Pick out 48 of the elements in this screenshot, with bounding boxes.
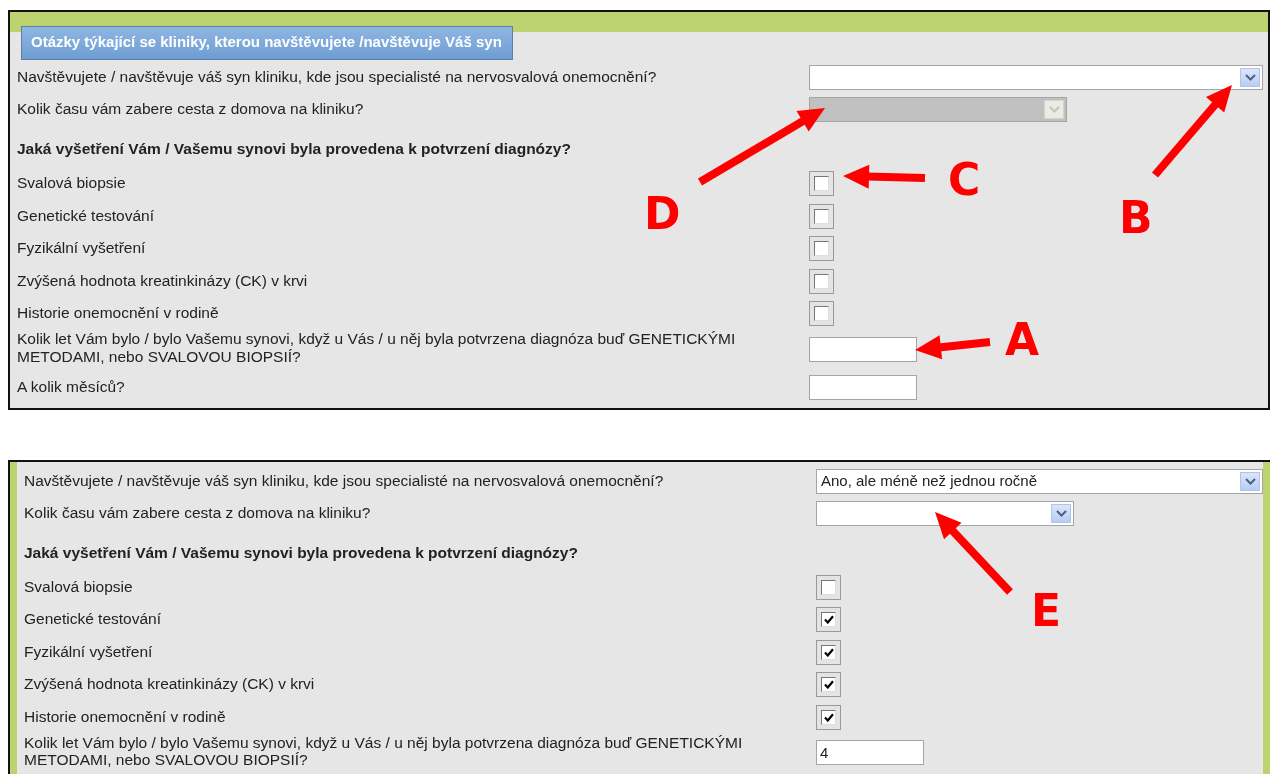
input-field[interactable] — [809, 336, 917, 362]
checkmark-icon — [823, 680, 834, 690]
question-label: Zvýšená hodnota kreatinkinázy (CK) v krvi — [17, 271, 308, 290]
question-label: Genetické testování — [17, 206, 154, 225]
question-label: A kolik měsíců? — [17, 377, 125, 396]
checkbox[interactable] — [816, 607, 841, 633]
annotation-letter: E — [1031, 589, 1062, 633]
section-question: Jaká vyšetření Vám / Vašemu synovi byla provedena k potvrzení diagnózy? — [17, 140, 571, 158]
checkbox[interactable] — [809, 268, 834, 294]
question-label: Navštěvujete / navštěvuje váš syn kliniku, kde jsou specialisté na nervosvalová onemocnění? — [17, 68, 657, 86]
chevron-icon[interactable] — [1240, 68, 1260, 87]
annotation-letter: C — [948, 158, 981, 202]
question-label: Navštěvujete / navštěvuje váš syn kliniku, kde jsou specialisté na nervosvalová onemocnění? — [24, 471, 664, 490]
dropdown[interactable]: Ano, ale méně než jednou ročně — [816, 468, 1263, 494]
input-field[interactable]: 4 — [816, 740, 924, 765]
question-label: Historie onemocnění v rodině — [24, 707, 226, 726]
checkmark-icon — [823, 647, 834, 657]
chevron-icon[interactable] — [1051, 503, 1071, 523]
checkmark-icon — [823, 615, 834, 625]
question-label: Kolik let Vám bylo / bylo Vašemu synovi, když u Vás / u něj byla potvrzena diagnóza buď GENETICKÝMI METODAMI, nebo SVALOVOU BIOPSIÍ? — [24, 733, 744, 770]
question-label: Kolik let Vám bylo / bylo Vašemu synovi, když u Vás / u něj byla potvrzena diagnóza buď GENETICKÝMI METODAMI, nebo SVALOVOU BIOPSIÍ? — [17, 330, 737, 366]
section-question: Jaká vyšetření Vám / Vašemu synovi byla provedena k potvrzení diagnózy? — [24, 543, 578, 562]
checkbox[interactable] — [809, 203, 834, 229]
checkbox[interactable] — [816, 704, 841, 730]
question-label: Fyzikální vyšetření — [24, 642, 153, 661]
annotation-letter: B — [1119, 196, 1153, 240]
annotation-letter: A — [1005, 318, 1040, 362]
question-label: Svalová biopsie — [24, 577, 133, 596]
checkbox[interactable] — [816, 639, 841, 665]
question-label: Genetické testování — [24, 610, 161, 629]
question-label: Kolik času vám zabere cesta z domova na kliniku? — [17, 100, 364, 118]
question-label: Fyzikální vyšetření — [17, 239, 146, 258]
question-label: Zvýšená hodnota kreatinkinázy (CK) v krvi — [24, 675, 315, 694]
dropdown[interactable] — [809, 65, 1263, 90]
dropdown[interactable] — [816, 500, 1074, 526]
checkbox[interactable] — [809, 301, 834, 327]
checkbox[interactable] — [809, 236, 834, 262]
checkbox[interactable] — [816, 672, 841, 698]
question-label: Historie onemocnění v rodině — [17, 304, 219, 323]
checkbox[interactable] — [816, 574, 841, 600]
question-label: Svalová biopsie — [17, 174, 126, 193]
annotation-letter: D — [644, 192, 681, 236]
input-field[interactable] — [809, 374, 917, 400]
section-legend: Otázky týkající se kliniky, kterou navštěvujete /navštěvuje Váš syn — [21, 26, 513, 60]
chevron-icon[interactable] — [1240, 471, 1260, 491]
checkmark-icon — [823, 712, 834, 722]
question-label: Kolik času vám zabere cesta z domova na kliniku? — [24, 503, 371, 522]
checkbox[interactable] — [809, 171, 834, 197]
